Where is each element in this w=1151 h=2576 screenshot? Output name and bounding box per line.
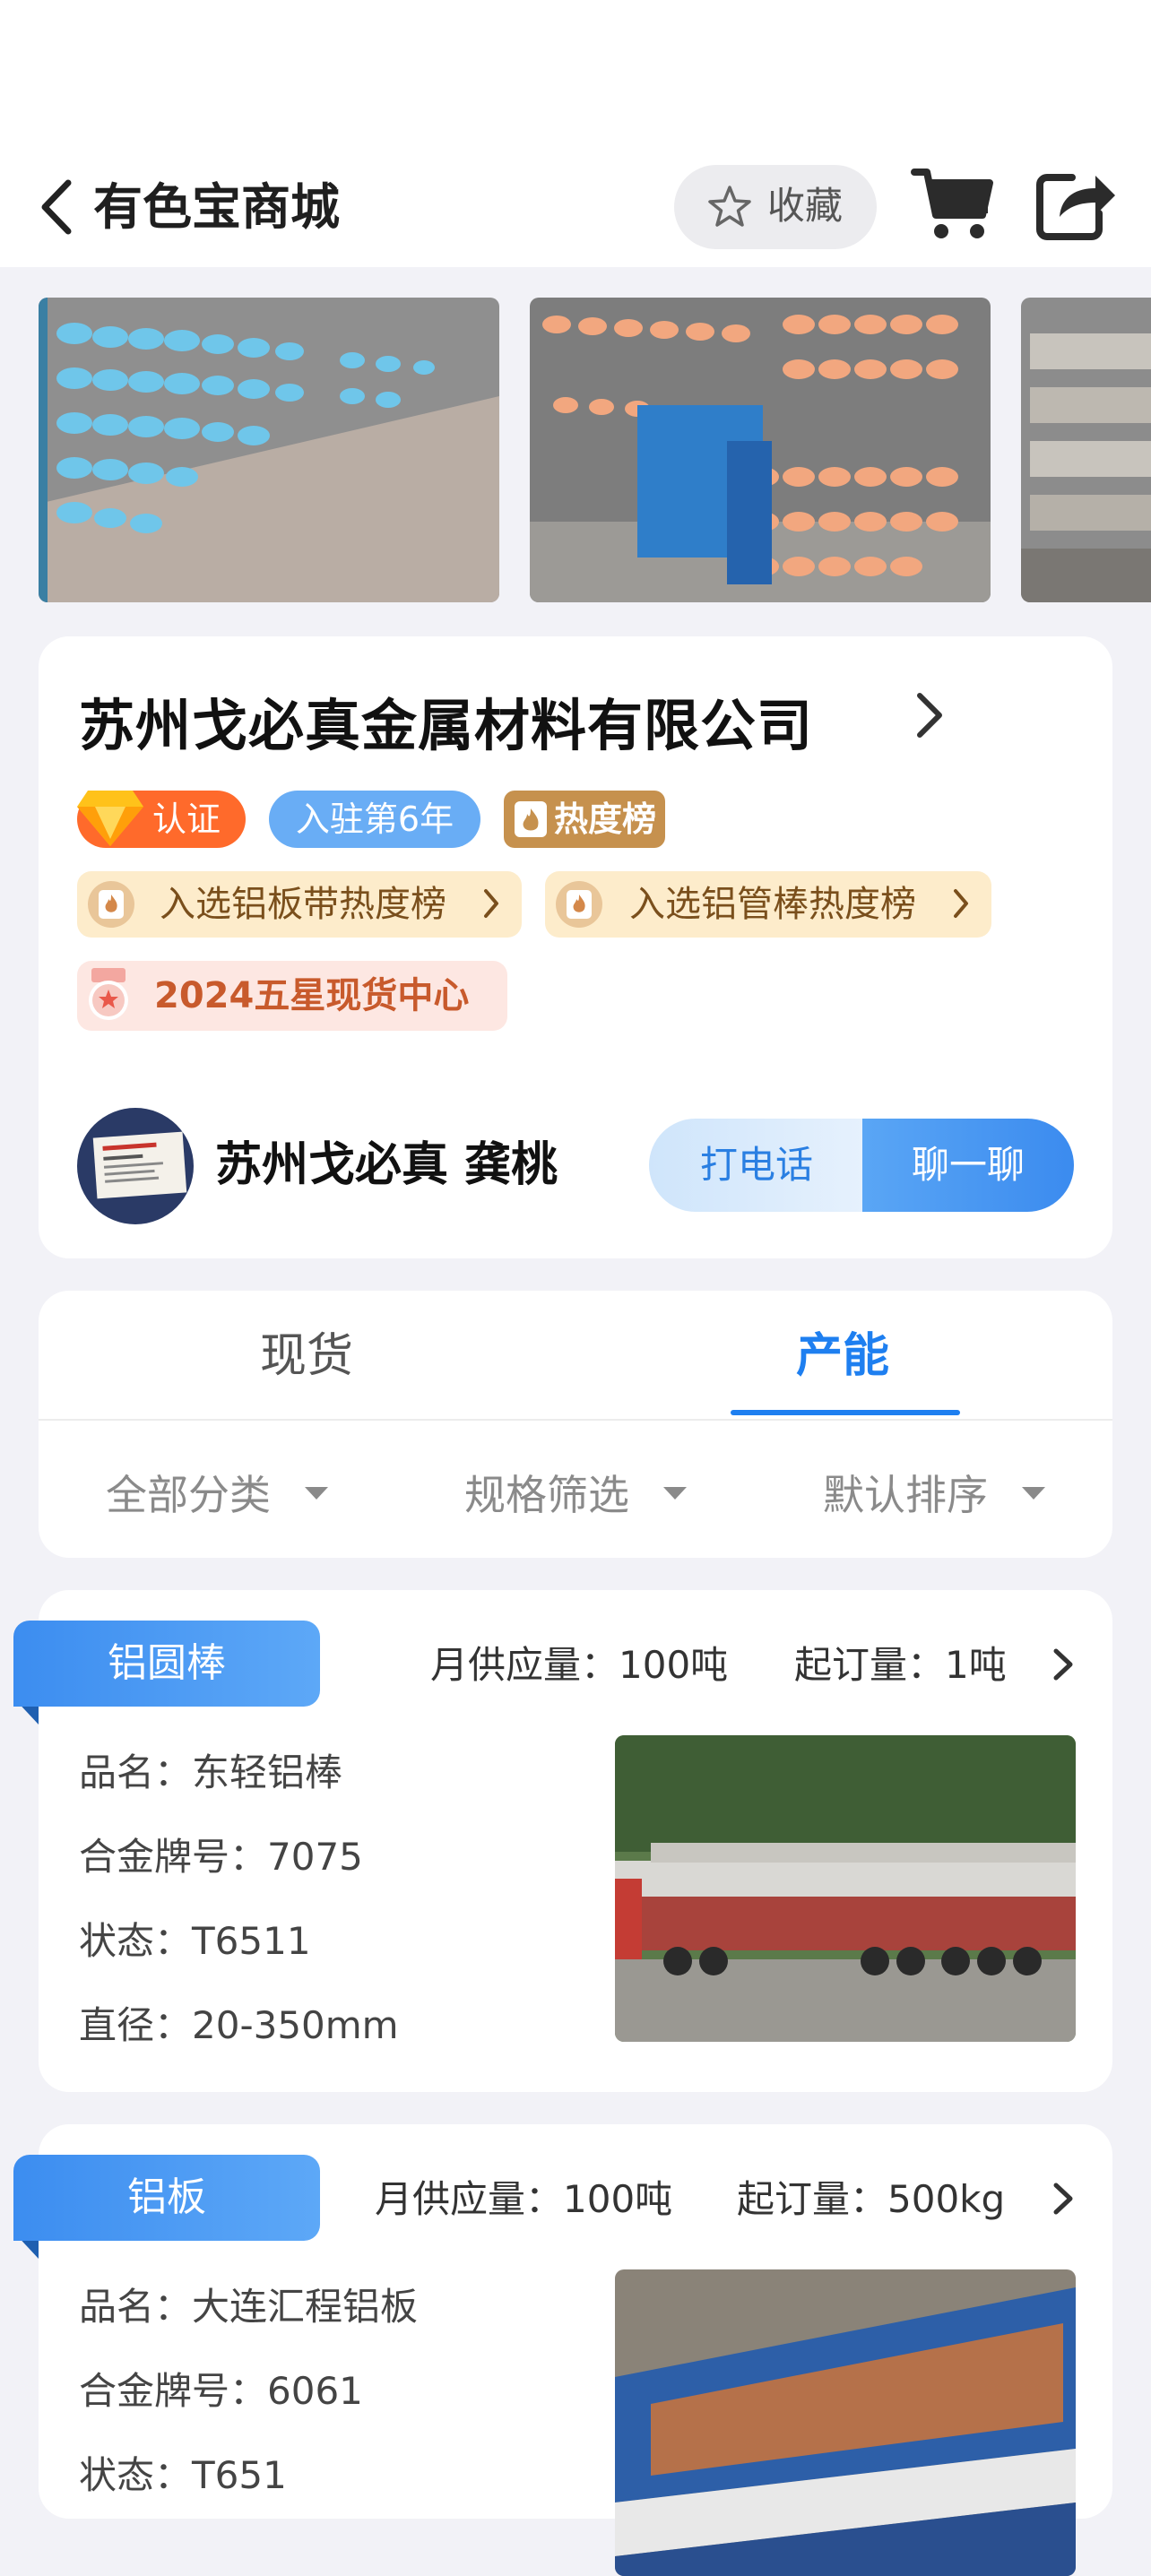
category-label: 铝圆棒 <box>108 1640 226 1686</box>
back-arrow-icon[interactable] <box>34 176 79 238</box>
warehouse-photo-2[interactable] <box>530 298 991 602</box>
monthly-supply: 月供应量：100吨 <box>430 1643 729 1687</box>
cart-icon[interactable] <box>911 165 995 242</box>
chevron-right-icon <box>484 889 498 918</box>
chevron-right-icon[interactable] <box>905 688 950 742</box>
share-icon[interactable] <box>1033 165 1117 242</box>
monthly-supply: 月供应量：100吨 <box>375 2177 673 2221</box>
medal-icon <box>89 968 128 1020</box>
spec-diameter: 直径：20-350mm <box>79 2003 399 2047</box>
filter-category[interactable]: 全部分类 <box>106 1466 271 1524</box>
chevron-right-icon[interactable] <box>1049 1644 1076 1685</box>
filter-spec[interactable]: 规格筛选 <box>464 1466 629 1524</box>
active-tab-indicator <box>731 1410 960 1415</box>
company-name[interactable]: 苏州戈必真金属材料有限公司 <box>79 690 813 762</box>
caret-down-icon[interactable] <box>1020 1483 1047 1503</box>
tab-capacity[interactable]: 产能 <box>796 1325 889 1387</box>
warehouse-photo-1[interactable] <box>39 298 499 602</box>
chevron-right-icon[interactable] <box>1049 2178 1076 2219</box>
chevron-right-icon <box>954 889 968 918</box>
caret-down-icon[interactable] <box>662 1483 688 1503</box>
years-label: 入驻第6年 <box>295 800 454 839</box>
award-label: 2024五星现货中心 <box>154 975 470 1016</box>
divider <box>39 1419 1112 1421</box>
warehouse-photo-3[interactable] <box>1021 298 1151 602</box>
avatar[interactable] <box>77 1108 194 1224</box>
spec-alloy: 合金牌号：6061 <box>79 2369 363 2413</box>
hot-ranking-label: 热度榜 <box>554 800 657 839</box>
tab-spot[interactable]: 现货 <box>260 1325 353 1387</box>
ranking-label: 入选铝管棒热度榜 <box>629 884 916 925</box>
favorite-label: 收藏 <box>767 184 844 228</box>
flame-icon <box>515 801 547 837</box>
caret-down-icon[interactable] <box>303 1483 330 1503</box>
spec-alloy: 合金牌号：7075 <box>79 1835 363 1879</box>
certified-label: 认证 <box>152 800 221 839</box>
chat-button-label[interactable]: 聊一聊 <box>862 1119 1074 1212</box>
page-title: 有色宝商城 <box>93 178 341 236</box>
filter-sort[interactable]: 默认排序 <box>823 1466 988 1524</box>
spec-name: 品名：大连汇程铝板 <box>79 2285 419 2329</box>
diamond-icon <box>77 791 143 846</box>
ranking-label: 入选铝板带热度榜 <box>160 884 446 925</box>
product-photo[interactable] <box>615 2269 1076 2576</box>
flame-badge-icon <box>88 881 134 928</box>
spec-temper: 状态：T6511 <box>79 1919 311 1963</box>
spec-name: 品名：东轻铝棒 <box>79 1750 343 1794</box>
product-photo[interactable] <box>615 1735 1076 2042</box>
call-button-label[interactable]: 打电话 <box>649 1119 864 1212</box>
spec-temper: 状态：T651 <box>79 2453 287 2497</box>
contact-name: 苏州戈必真 龚桃 <box>215 1138 558 1192</box>
star-icon <box>708 186 751 227</box>
flame-badge-icon <box>556 881 602 928</box>
category-label: 铝板 <box>127 2174 206 2220</box>
min-order: 起订量：1吨 <box>794 1643 1007 1687</box>
min-order: 起订量：500kg <box>737 2177 1006 2221</box>
